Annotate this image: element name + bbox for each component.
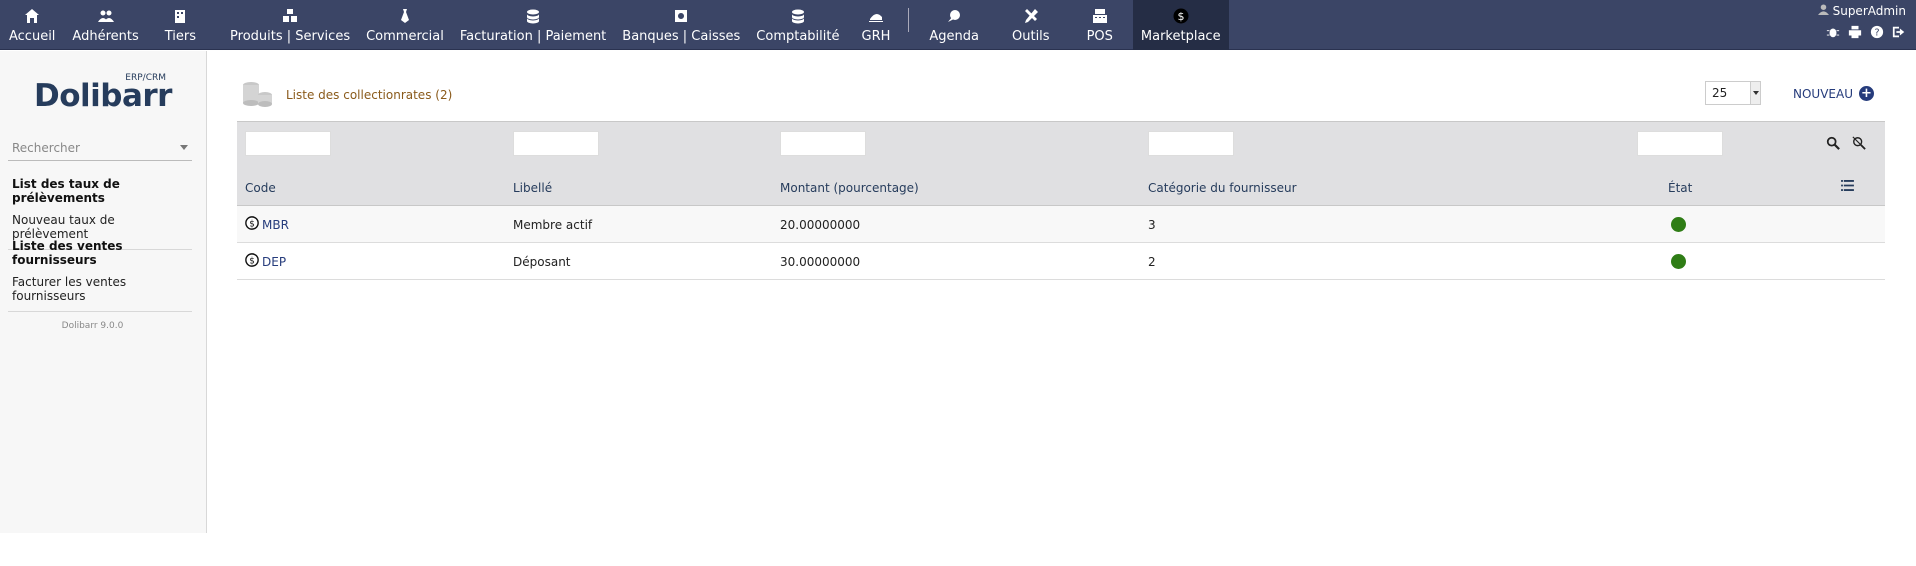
- help-icon[interactable]: ?: [1870, 25, 1884, 42]
- filter-etat-input[interactable]: [1637, 131, 1723, 156]
- cubes-icon: [281, 7, 299, 25]
- sidebar-item-liste-ventes[interactable]: Liste des ventes fournisseurs: [8, 235, 192, 271]
- page-size-select[interactable]: 25: [1705, 81, 1761, 105]
- row-code-link[interactable]: $ DEP: [245, 253, 286, 270]
- logout-icon[interactable]: [1892, 25, 1906, 42]
- svg-text:$: $: [249, 220, 255, 230]
- user-tools: ?: [1818, 25, 1906, 42]
- svg-text:$: $: [249, 257, 255, 267]
- status-active-icon: [1671, 254, 1686, 269]
- ledger-icon: [789, 7, 807, 25]
- bug-icon[interactable]: [1826, 25, 1840, 42]
- user-link[interactable]: SuperAdmin: [1817, 4, 1906, 18]
- row-libelle: Déposant: [513, 255, 571, 269]
- version-label: Dolibarr 9.0.0: [61, 321, 124, 331]
- column-selector-icon[interactable]: [1841, 180, 1854, 194]
- user-icon: [1817, 4, 1829, 18]
- row-montant: 20.00000000: [780, 218, 861, 232]
- filter-row: [237, 121, 1885, 168]
- menu-item-outils[interactable]: Outils: [995, 0, 1067, 50]
- building-icon: [171, 7, 189, 25]
- menu-separator: [908, 8, 910, 32]
- search-icon[interactable]: [1826, 136, 1840, 153]
- sidebar-item-facturer-ventes[interactable]: Facturer les ventes fournisseurs: [8, 271, 192, 311]
- coins-icon: [524, 7, 542, 25]
- coins-icon: [239, 79, 275, 109]
- status-active-icon: [1671, 217, 1686, 232]
- menu-item-banques-caisses[interactable]: Banques | Caisses: [614, 0, 748, 50]
- sidebar-block-ventes: Liste des ventes fournisseurs Facturer l…: [8, 235, 192, 312]
- search-select[interactable]: Rechercher: [8, 135, 192, 161]
- column-header-etat[interactable]: État: [1668, 181, 1692, 195]
- hr-icon: [867, 7, 885, 25]
- row-categorie: 3: [1148, 218, 1156, 232]
- filter-libelle-input[interactable]: [513, 131, 599, 156]
- row-code-link[interactable]: $ MBR: [245, 216, 289, 233]
- sidebar-item-list-taux[interactable]: List des taux de prélèvements: [8, 173, 192, 209]
- menu-item-comptabilite[interactable]: Comptabilité: [748, 0, 847, 50]
- bank-icon: [672, 7, 690, 25]
- menu-item-pos[interactable]: POS: [1067, 0, 1133, 50]
- menu-item-grh[interactable]: GRH: [848, 0, 905, 50]
- members-icon: [97, 7, 115, 25]
- home-icon: [23, 7, 41, 25]
- table-header-row: Code Libellé Montant (pourcentage) Catég…: [237, 168, 1885, 206]
- column-header-categorie[interactable]: Catégorie du fournisseur: [1148, 181, 1297, 195]
- print-icon[interactable]: [1848, 25, 1862, 42]
- chevron-down-icon: [1750, 82, 1760, 104]
- column-header-montant[interactable]: Montant (pourcentage): [780, 181, 919, 195]
- table-row: $ MBR Membre actif 20.00000000 3: [237, 206, 1885, 243]
- row-categorie: 2: [1148, 255, 1156, 269]
- tools-icon: [1022, 7, 1040, 25]
- top-menu-bar: Accueil Adhérents Tiers Produits | Servi…: [0, 0, 1916, 50]
- user-area: SuperAdmin ?: [1817, 4, 1906, 42]
- main-menu: Accueil Adhérents Tiers Produits | Servi…: [0, 0, 1229, 50]
- marketplace-icon: $: [1172, 7, 1190, 25]
- cash-register-icon: [1091, 7, 1109, 25]
- menu-item-agenda[interactable]: Agenda: [913, 0, 995, 50]
- dolibarr-logo[interactable]: Dolibarr ERP/CRM: [34, 73, 174, 114]
- menu-item-produits-services[interactable]: Produits | Services: [214, 0, 358, 50]
- left-sidebar: Dolibarr ERP/CRM Rechercher List des tau…: [0, 51, 207, 533]
- menu-item-adherents[interactable]: Adhérents: [64, 0, 146, 50]
- menu-item-accueil[interactable]: Accueil: [0, 0, 64, 50]
- menu-item-tiers[interactable]: Tiers: [147, 0, 214, 50]
- marketplace-icon: $: [245, 253, 259, 270]
- page-header: Liste des collectionrates (2) 25 NOUVEAU…: [237, 79, 1885, 111]
- marketplace-icon: $: [245, 216, 259, 233]
- plus-circle-icon: +: [1859, 86, 1874, 101]
- filter-categorie-input[interactable]: [1148, 131, 1234, 156]
- filter-montant-input[interactable]: [780, 131, 866, 156]
- row-montant: 30.00000000: [780, 255, 861, 269]
- menu-item-marketplace[interactable]: $ Marketplace: [1132, 0, 1229, 50]
- filter-tools: [1826, 136, 1866, 153]
- svg-text:$: $: [1177, 10, 1184, 23]
- menu-item-commercial[interactable]: Commercial: [358, 0, 452, 50]
- new-button[interactable]: NOUVEAU +: [1793, 86, 1874, 101]
- table-row: $ DEP Déposant 30.00000000 2: [237, 243, 1885, 280]
- column-header-libelle[interactable]: Libellé: [513, 181, 552, 195]
- chevron-down-icon: [180, 145, 188, 150]
- menu-item-facturation-paiement[interactable]: Facturation | Paiement: [452, 0, 614, 50]
- column-header-code[interactable]: Code: [245, 181, 276, 195]
- filter-code-input[interactable]: [245, 131, 331, 156]
- clear-filter-icon[interactable]: [1852, 136, 1866, 153]
- row-libelle: Membre actif: [513, 218, 593, 232]
- agenda-icon: [945, 7, 963, 25]
- page-title: Liste des collectionrates (2): [286, 88, 453, 102]
- collectionrates-table: Code Libellé Montant (pourcentage) Catég…: [237, 121, 1885, 280]
- svg-text:?: ?: [1874, 28, 1879, 39]
- tie-icon: [396, 7, 414, 25]
